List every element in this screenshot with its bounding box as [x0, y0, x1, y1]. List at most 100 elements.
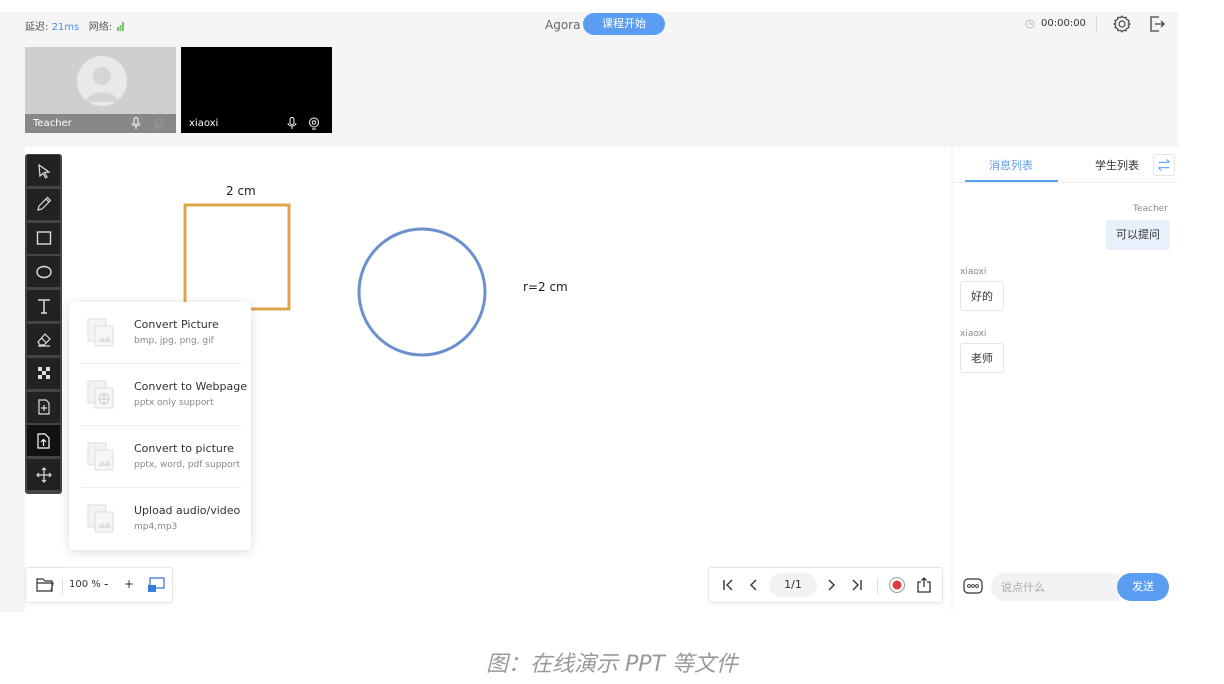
document-file-icon — [87, 442, 114, 471]
upload-tool[interactable] — [27, 425, 60, 457]
network-signal-icon — [117, 22, 125, 31]
latency-value: 21ms — [51, 22, 80, 33]
chat-message-other: 老师 — [960, 343, 1004, 373]
divider — [62, 578, 63, 594]
top-bar: 延迟: 21ms 网络: Agora 课程开始 00:00:00 — [25, 12, 1178, 38]
drawn-circle — [357, 227, 487, 357]
selector-tool[interactable] — [27, 155, 60, 186]
microphone-icon[interactable] — [131, 117, 141, 130]
latency-label: 延迟: — [25, 22, 49, 33]
color-tool[interactable] — [27, 357, 60, 389]
upload-menu: Convert Picture bmp, jpg, png, gif Conve… — [69, 302, 251, 550]
eraser-icon — [36, 333, 51, 348]
ellipse-tool[interactable] — [27, 256, 60, 288]
menu-item-subtitle: pptx only support — [134, 398, 214, 408]
folder-icon[interactable] — [36, 577, 54, 593]
message-sender: xiaoxi — [960, 329, 987, 339]
camera-off-icon[interactable] — [153, 117, 165, 130]
gear-icon[interactable] — [1112, 14, 1132, 34]
webpage-file-icon — [87, 380, 114, 409]
student-video-tile: xiaoxi — [181, 47, 332, 133]
menu-item-title: Upload audio/video — [134, 504, 241, 517]
text-tool[interactable] — [27, 290, 60, 322]
menu-item-title: Convert to Webpage — [134, 380, 247, 393]
chat-tabs: 消息列表 学生列表 — [953, 147, 1178, 183]
clock-icon — [1025, 19, 1035, 29]
camera-icon[interactable] — [308, 117, 320, 130]
move-icon — [35, 466, 52, 483]
add-page-icon — [37, 399, 50, 415]
zoom-out-button[interactable]: - — [104, 577, 108, 591]
menu-item-title: Convert to picture — [134, 442, 234, 455]
page-indicator: 1/1 — [769, 573, 817, 597]
last-page-button[interactable] — [848, 576, 866, 594]
menu-item-upload-media[interactable]: Upload audio/video mp4,mp3 — [69, 488, 251, 550]
rectangle-tool[interactable] — [27, 222, 60, 254]
page-controls: 1/1 — [708, 567, 943, 603]
teacher-avatar — [77, 56, 127, 106]
last-page-icon — [852, 579, 862, 591]
divider — [877, 578, 878, 594]
swap-icon[interactable] — [1153, 154, 1175, 176]
teacher-video-tile: Teacher — [25, 47, 176, 133]
first-page-button[interactable] — [719, 576, 737, 594]
eraser-tool[interactable] — [27, 323, 60, 355]
pencil-tool[interactable] — [27, 188, 60, 220]
record-button[interactable] — [888, 576, 906, 594]
next-page-button[interactable] — [822, 576, 840, 594]
menu-item-convert-to-picture[interactable]: Convert to picture pptx, word, pdf suppo… — [69, 426, 251, 488]
image-file-icon — [87, 318, 114, 347]
hand-tool[interactable] — [27, 459, 60, 491]
tab-students[interactable]: 学生列表 — [1095, 157, 1139, 173]
classroom-app: 延迟: 21ms 网络: Agora 课程开始 00:00:00 Teacher… — [0, 12, 1178, 612]
prev-page-button[interactable] — [745, 576, 763, 594]
zoom-in-button[interactable]: + — [124, 577, 134, 591]
tab-messages[interactable]: 消息列表 — [989, 157, 1033, 173]
upload-icon — [36, 433, 50, 449]
add-page-tool[interactable] — [27, 391, 60, 423]
emoji-icon[interactable] — [963, 578, 983, 594]
message-sender: Teacher — [1133, 204, 1168, 214]
menu-item-subtitle: mp4,mp3 — [134, 522, 178, 532]
menu-item-title: Convert Picture — [134, 318, 219, 331]
network-label: 网络: — [88, 22, 113, 33]
teacher-name: Teacher — [33, 118, 72, 129]
menu-item-convert-picture[interactable]: Convert Picture bmp, jpg, png, gif — [69, 302, 251, 364]
zoom-control: 100 % - + — [25, 567, 173, 603]
student-name: xiaoxi — [189, 118, 219, 129]
whiteboard[interactable]: 2 cm r=2 cm Convert Picture bmp, jpg, pn… — [25, 147, 951, 612]
chat-input[interactable] — [991, 573, 1119, 601]
exit-icon[interactable] — [1147, 14, 1167, 34]
zoom-level: 100 % — [69, 579, 101, 590]
pencil-icon — [36, 196, 51, 212]
selector-icon — [37, 163, 51, 179]
first-page-icon — [723, 579, 733, 591]
active-tab-indicator — [965, 180, 1058, 182]
video-name-bar: Teacher — [25, 114, 176, 133]
room-name: Agora — [545, 18, 581, 32]
share-button[interactable] — [915, 576, 933, 594]
chat-message-mine: 可以提问 — [1106, 220, 1170, 250]
chevron-left-icon — [750, 579, 757, 591]
microphone-icon[interactable] — [287, 117, 297, 130]
chevron-right-icon — [828, 579, 835, 591]
menu-item-convert-webpage[interactable]: Convert to Webpage pptx only support — [69, 364, 251, 426]
whiteboard-toolbar — [25, 154, 62, 494]
class-timer: 00:00:00 — [1041, 18, 1086, 29]
menu-item-subtitle: pptx, word, pdf support — [134, 460, 240, 470]
drawn-square — [183, 203, 291, 311]
divider — [1096, 16, 1097, 32]
share-icon — [917, 577, 931, 593]
message-sender: xiaoxi — [960, 267, 987, 277]
avatar-icon — [86, 67, 118, 102]
text-icon — [37, 298, 50, 314]
chat-panel: 消息列表 学生列表 Teacher 可以提问 xiaoxi 好的 xiaoxi … — [953, 147, 1178, 612]
network-status: 延迟: 21ms 网络: — [25, 18, 125, 33]
video-name-bar: xiaoxi — [181, 114, 332, 133]
start-class-button[interactable]: 课程开始 — [583, 13, 665, 35]
menu-item-subtitle: bmp, jpg, png, gif — [134, 336, 214, 346]
circle-label: r=2 cm — [523, 280, 568, 294]
screen-share-icon[interactable] — [147, 577, 165, 593]
color-palette-icon — [37, 367, 50, 380]
send-button[interactable]: 发送 — [1117, 573, 1169, 601]
